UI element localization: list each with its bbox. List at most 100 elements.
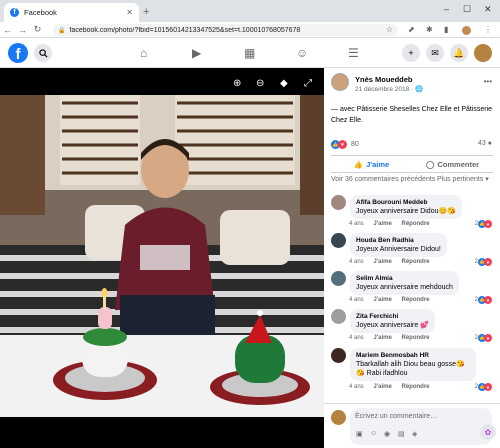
author-avatar[interactable] <box>331 73 349 91</box>
profile-avatar[interactable] <box>462 26 471 35</box>
account-avatar[interactable] <box>474 44 492 62</box>
comment-age[interactable]: 4 ans <box>349 335 364 341</box>
zoom-out-icon[interactable]: ⊖ <box>256 78 264 89</box>
comment-like-link[interactable]: J'aime <box>373 221 391 227</box>
marketplace-icon[interactable]: ▦ <box>244 46 255 60</box>
comment-bubble: Afifa Bourouni Meddeb Joyeux anniversair… <box>350 195 462 219</box>
create-button[interactable]: + <box>402 44 420 62</box>
comment-reactions[interactable]: 2 👍 ♥ <box>475 220 492 228</box>
menu-icon[interactable]: ☰ <box>348 46 359 60</box>
comment-like-link[interactable]: J'aime <box>373 335 391 341</box>
messenger-icon: ✉ <box>431 47 439 58</box>
comment-reply-link[interactable]: Répondre <box>401 221 429 227</box>
comment-text: Joyeux anniversaire 💕 <box>356 322 429 329</box>
minimize-button[interactable]: ‒ <box>444 4 449 14</box>
messenger-button[interactable]: ✉ <box>426 44 444 62</box>
comment-meta: 4 ans J'aime Répondre <box>349 384 430 390</box>
commenter-name[interactable]: Zita Ferchichi <box>356 312 429 321</box>
comment-reactions[interactable]: 2 👍 ♥ <box>475 334 492 342</box>
commenter-name[interactable]: Selim Almia <box>356 274 453 283</box>
commenter-avatar[interactable] <box>331 271 346 286</box>
search-button[interactable] <box>34 44 52 62</box>
new-tab-button[interactable]: + <box>143 6 149 18</box>
commenter-avatar[interactable] <box>331 195 346 210</box>
browser-toolbar: ← → ↻ 🔒 facebook.com/photo/?fbid=1015601… <box>0 22 500 38</box>
comment-like-link[interactable]: J'aime <box>373 384 391 390</box>
comment-age[interactable]: 4 ans <box>349 221 364 227</box>
comment-reactions[interactable]: 2 👍 ♥ <box>475 383 492 391</box>
comment-text: Tbarkallah alih Diou beau gosse😘😘 Rabi i… <box>356 361 465 377</box>
camera-icon[interactable]: ◉ <box>384 430 390 438</box>
commenter-name[interactable]: Houda Ben Radhia <box>356 236 441 245</box>
menu-dots-icon[interactable]: ⋮ <box>484 25 492 34</box>
maximize-button[interactable]: ☐ <box>463 4 471 15</box>
commenter-avatar[interactable] <box>331 348 346 363</box>
notifications-button[interactable]: 🔔 <box>450 44 468 62</box>
reactions-summary[interactable]: 👍 ♥ 80 <box>331 140 359 149</box>
zoom-in-icon[interactable]: ⊕ <box>233 78 241 89</box>
comment-meta: 4 ans J'aime Répondre <box>349 221 430 227</box>
post-author[interactable]: Ynès Moueddeb <box>355 75 413 84</box>
sort-comments-dropdown[interactable]: Plus pertinents ▾ <box>437 175 493 184</box>
commenter-avatar[interactable] <box>331 309 346 324</box>
reload-icon[interactable]: ↻ <box>30 24 45 35</box>
comment-placeholder: Écrivez un commentaire… <box>355 413 438 420</box>
like-button-label: J'aime <box>366 159 390 169</box>
bookmark-star-icon[interactable]: ☆ <box>386 25 393 34</box>
close-tab-icon[interactable]: ✕ <box>126 8 133 17</box>
groups-icon[interactable]: ☺ <box>296 46 308 60</box>
sidebar-icon[interactable]: ▮ <box>444 25 448 34</box>
comment-reply-link[interactable]: Répondre <box>401 335 429 341</box>
post-date[interactable]: 21 décembre 2018 · 🌐 <box>355 85 423 93</box>
address-bar[interactable]: 🔒 facebook.com/photo/?fbid=1015601421334… <box>53 24 398 36</box>
commenter-name[interactable]: Mariem Benmosbah HR <box>356 351 470 360</box>
comment-age[interactable]: 4 ans <box>349 384 364 390</box>
comment-bubble-icon: ● <box>487 140 492 147</box>
commenter-avatar[interactable] <box>331 233 346 248</box>
love-reaction-icon: ♥ <box>484 258 492 266</box>
comment-reply-link[interactable]: Répondre <box>401 297 429 303</box>
tab-title: Facebook <box>24 8 57 17</box>
back-icon[interactable]: ← <box>0 25 15 35</box>
new-message-button[interactable]: ✿ <box>480 424 496 440</box>
love-reaction-icon: ♥ <box>484 383 492 391</box>
comment-meta: 4 ans J'aime Répondre <box>349 297 430 303</box>
sticker-icon[interactable]: ◈ <box>412 430 417 438</box>
forward-icon[interactable]: → <box>15 25 30 35</box>
comment-reactions[interactable]: 2 👍 ♥ <box>475 296 492 304</box>
commenter-name[interactable]: Afifa Bourouni Meddeb <box>356 198 456 207</box>
comment-reply-link[interactable]: Répondre <box>401 259 429 265</box>
avatar-sticker-icon[interactable]: ▣ <box>356 430 363 438</box>
comment-composer: Écrivez un commentaire… ▣ ☺ ◉ ▤ ◈ <box>324 403 500 448</box>
comment-reactions[interactable]: 2 👍 ♥ <box>475 258 492 266</box>
share-icon[interactable]: ⬈ <box>408 25 415 34</box>
comment-reply-link[interactable]: Répondre <box>401 384 429 390</box>
tag-icon[interactable]: ◆ <box>280 78 288 89</box>
love-reaction-icon: ♥ <box>484 296 492 304</box>
comment-age[interactable]: 4 ans <box>349 297 364 303</box>
like-button[interactable]: 👍 J'aime <box>331 156 412 172</box>
gif-icon[interactable]: ▤ <box>398 430 405 438</box>
extensions-icon[interactable]: ✱ <box>426 25 433 34</box>
view-more-comments[interactable]: Voir 36 commentaires précédents <box>331 175 436 184</box>
comment-count[interactable]: 43 ● <box>478 140 492 147</box>
facebook-header: f ⌂ ▶ ▦ ☺ ☰ + ✉ 🔔 <box>0 38 500 68</box>
url-text: facebook.com/photo/?fbid=101560142133475… <box>69 26 301 34</box>
post-actions: 👍 J'aime ◯ Commenter <box>331 155 493 173</box>
comment-text: Joyeux anniversaire mehdouch <box>356 284 453 291</box>
comment-like-link[interactable]: J'aime <box>373 297 391 303</box>
browser-tab[interactable]: f Facebook ✕ <box>4 3 139 22</box>
thumbs-up-icon: 👍 <box>353 159 364 169</box>
comment-like-link[interactable]: J'aime <box>373 259 391 265</box>
comment-input[interactable]: Écrivez un commentaire… ▣ ☺ ◉ ▤ ◈ <box>350 408 492 445</box>
comment-button-label: Commenter <box>437 159 480 169</box>
comment-age[interactable]: 4 ans <box>349 259 364 265</box>
close-window-button[interactable]: ✕ <box>484 4 492 15</box>
fullscreen-icon[interactable]: ⤢ <box>304 78 312 89</box>
emoji-icon[interactable]: ☺ <box>370 430 377 437</box>
comment-button[interactable]: ◯ Commenter <box>412 156 493 172</box>
more-options-icon[interactable]: ••• <box>484 77 492 86</box>
home-icon[interactable]: ⌂ <box>140 46 147 60</box>
watch-icon[interactable]: ▶ <box>192 46 201 60</box>
facebook-logo[interactable]: f <box>8 43 28 63</box>
